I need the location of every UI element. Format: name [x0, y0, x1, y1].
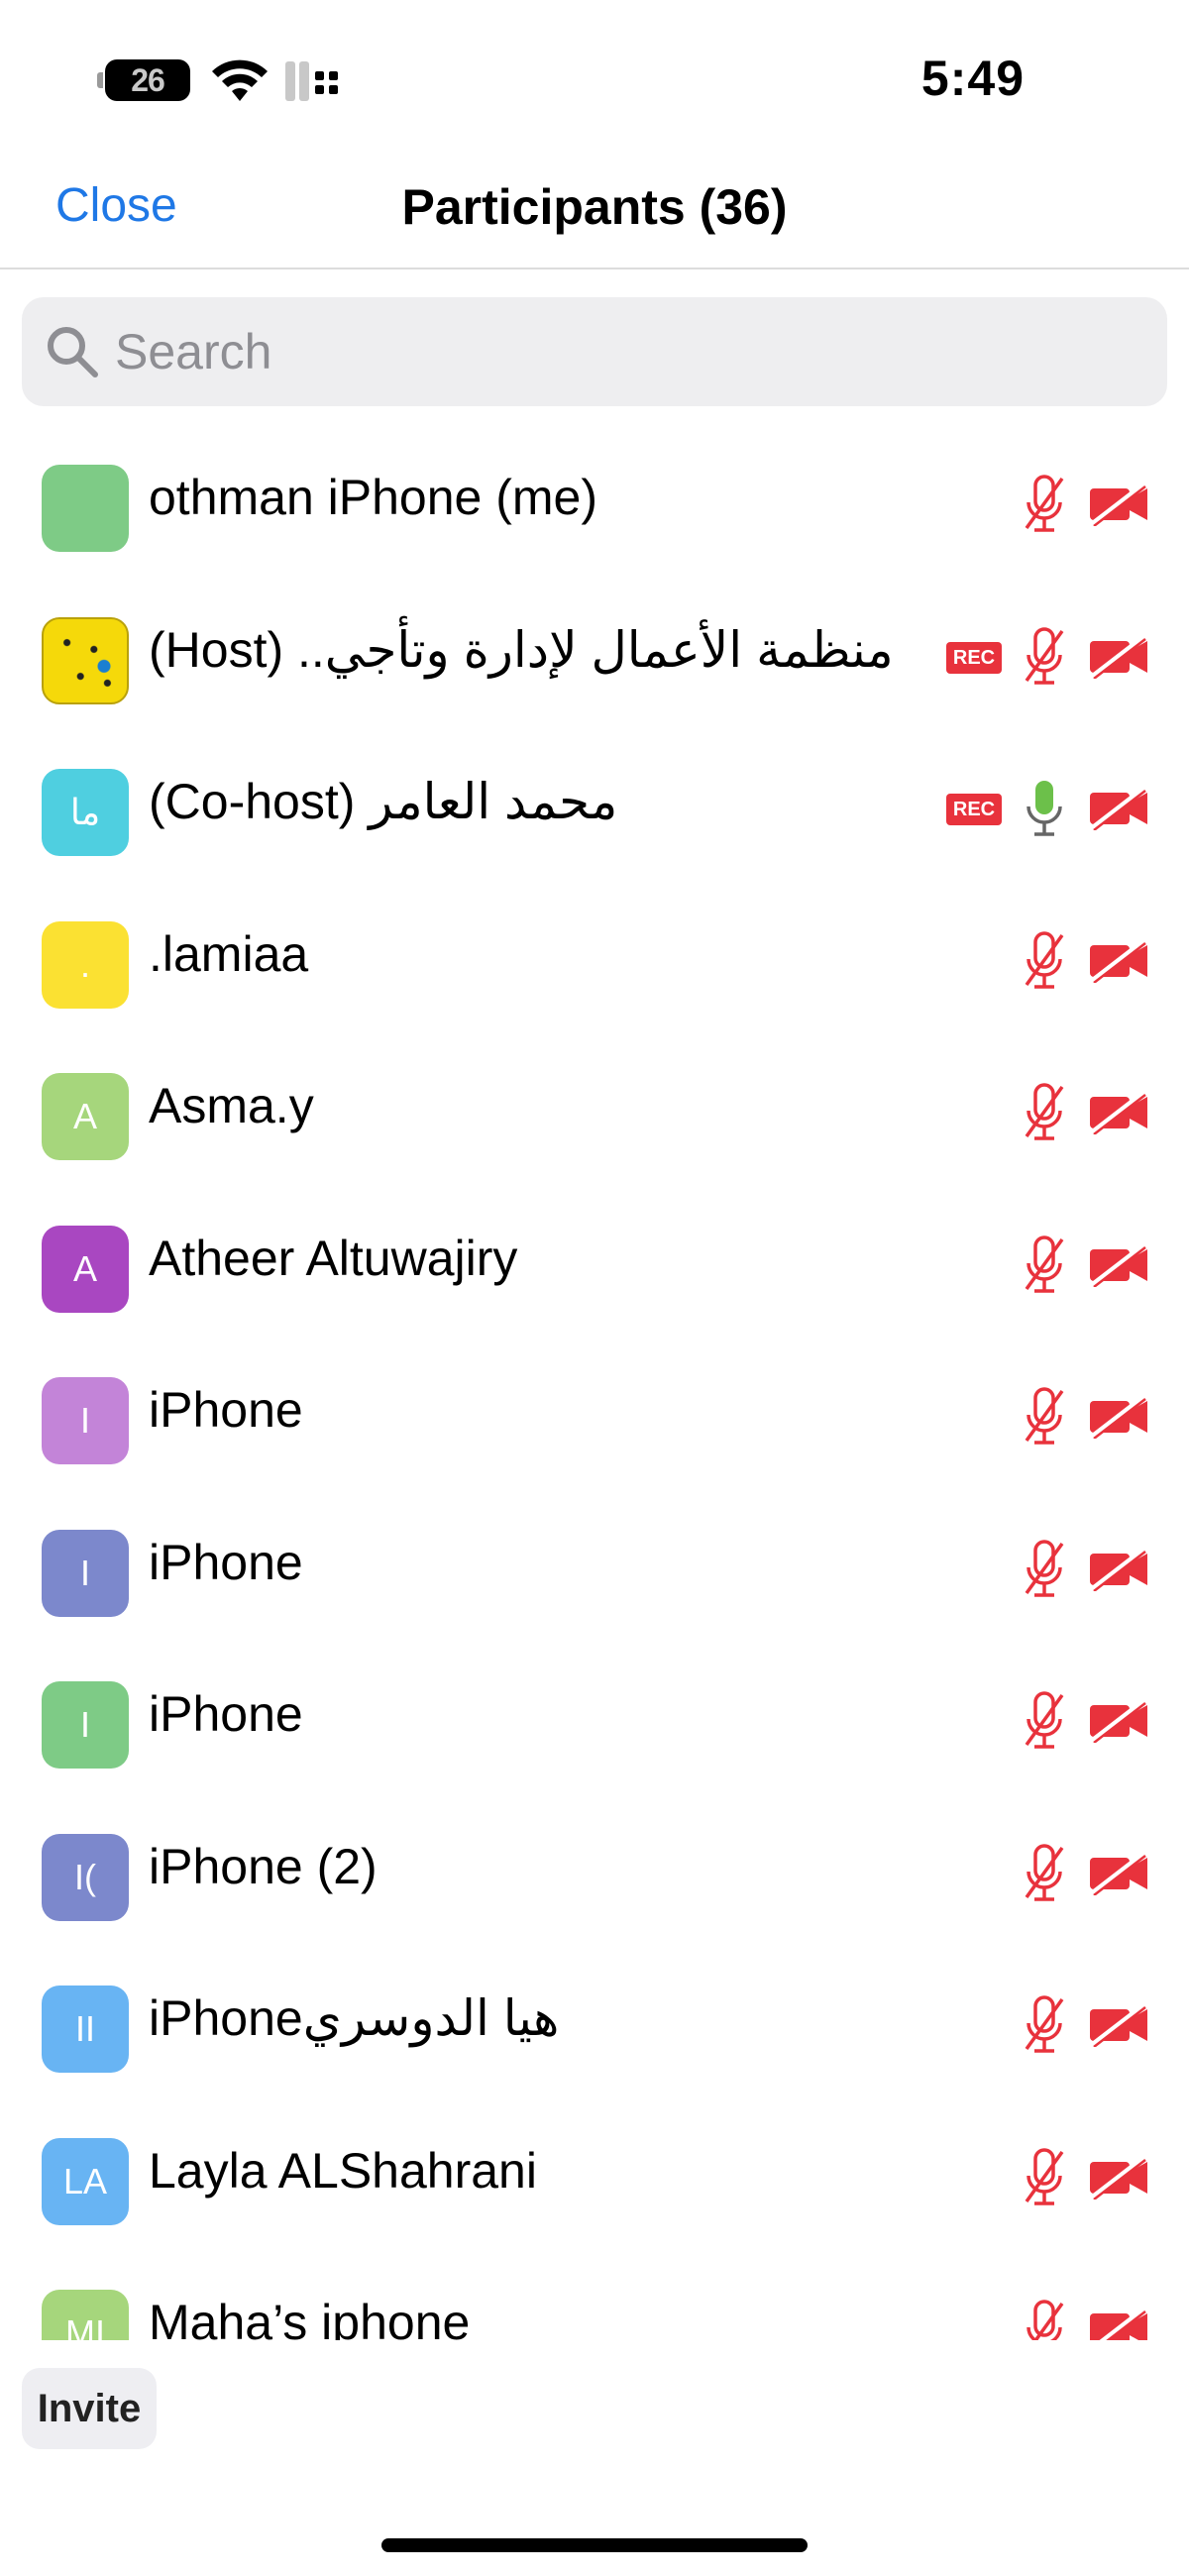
microphone-muted-icon[interactable]	[1021, 1689, 1068, 1753]
video-off-icon[interactable]	[1088, 2155, 1149, 2200]
search-icon	[48, 327, 98, 377]
avatar: ما	[42, 769, 129, 856]
invite-button[interactable]: Invite	[22, 2368, 157, 2449]
participant-name: Asma.y	[149, 1078, 314, 1133]
microphone-muted-icon[interactable]	[1021, 1081, 1068, 1144]
microphone-muted-icon[interactable]	[1021, 1842, 1068, 1905]
recording-badge: REC	[946, 641, 1002, 674]
microphone-muted-icon[interactable]	[1021, 1234, 1068, 1297]
participant-row[interactable]: LA Layla ALShahrani	[0, 2106, 1189, 2259]
qr-code-avatar-image	[54, 628, 121, 697]
search-input[interactable]	[115, 297, 1145, 406]
status-bar: 26 5:49	[0, 0, 1189, 149]
participant-name: iPhone	[149, 1534, 303, 1590]
participant-row[interactable]: A Asma.y	[0, 1041, 1189, 1194]
nav-header: Participants (36) Close	[0, 149, 1189, 269]
participant-name: iPhoneهيا الدوسري	[149, 1990, 560, 2046]
avatar: II	[42, 1986, 129, 2073]
microphone-muted-icon[interactable]	[1021, 1993, 1068, 2057]
page-title: Participants (36)	[401, 179, 788, 235]
participant-name: منظمة الأعمال لإدارة وتأجي.. (Host)	[149, 621, 894, 678]
avatar: I	[42, 1529, 129, 1617]
video-off-icon[interactable]	[1088, 634, 1149, 680]
microphone-muted-icon[interactable]	[1021, 2298, 1068, 2340]
participant-row[interactable]: IiPhone	[0, 1650, 1189, 1802]
avatar: MI	[42, 2290, 129, 2340]
avatar: I(	[42, 1833, 129, 1921]
participant-name: iPhone	[149, 1686, 303, 1742]
participant-name: iPhone	[149, 1382, 303, 1438]
avatar: .	[42, 920, 129, 1009]
microphone-muted-icon[interactable]	[1021, 2146, 1068, 2209]
participant-row[interactable]: II iPhoneهيا الدوسري	[0, 1954, 1189, 2106]
wifi-icon	[212, 59, 268, 101]
participant-row[interactable]: IiPhone	[0, 1498, 1189, 1651]
close-button[interactable]: Close	[55, 178, 177, 233]
video-off-icon[interactable]	[1088, 1547, 1149, 1592]
video-off-icon[interactable]	[1088, 1699, 1149, 1744]
avatar: A	[42, 1073, 129, 1160]
microphone-muted-icon[interactable]	[1021, 625, 1068, 689]
avatar	[42, 465, 129, 552]
microphone-muted-icon[interactable]	[1021, 473, 1068, 536]
participant-name: othman iPhone (me)	[149, 470, 598, 525]
cellular-signal-icon	[285, 61, 338, 101]
video-off-icon[interactable]	[1088, 787, 1149, 831]
participant-row[interactable]: منظمة الأعمال لإدارة وتأجي.. (Host) REC	[0, 586, 1189, 738]
avatar: I	[42, 1681, 129, 1769]
microphone-on-icon[interactable]	[1021, 777, 1068, 840]
search-bar[interactable]	[22, 297, 1167, 406]
participant-row[interactable]: A Atheer Altuwajiry	[0, 1194, 1189, 1346]
video-off-icon[interactable]	[1088, 1851, 1149, 1896]
participant-name: Layla ALShahrani	[149, 2142, 537, 2199]
battery-indicator: 26	[97, 59, 190, 101]
avatar: A	[42, 1225, 129, 1313]
video-off-icon[interactable]	[1088, 2003, 1149, 2048]
video-off-icon[interactable]	[1088, 483, 1149, 527]
video-off-icon[interactable]	[1088, 1091, 1149, 1135]
participant-row[interactable]: ما محمد العامر (Co-host) REC	[0, 737, 1189, 890]
participant-name: iPhone (2)	[149, 1838, 378, 1894]
participants-list[interactable]: othman iPhone (me) منظمة الأعمال لإدارة و…	[0, 433, 1189, 2340]
participant-row[interactable]: MI Maha’s iphone	[0, 2258, 1189, 2340]
video-off-icon[interactable]	[1088, 2308, 1149, 2340]
participant-row[interactable]: I( iPhone (2)	[0, 1802, 1189, 1955]
participant-name: .lamiaa	[149, 925, 309, 982]
home-indicator	[381, 2538, 808, 2552]
microphone-muted-icon[interactable]	[1021, 929, 1068, 993]
avatar: I	[42, 1377, 129, 1464]
video-off-icon[interactable]	[1088, 1395, 1149, 1440]
microphone-muted-icon[interactable]	[1021, 1385, 1068, 1449]
participant-name: محمد العامر (Co-host)	[149, 774, 618, 829]
video-off-icon[interactable]	[1088, 938, 1149, 984]
participant-row[interactable]: . .lamiaa	[0, 890, 1189, 1042]
avatar	[42, 616, 129, 704]
microphone-muted-icon[interactable]	[1021, 1538, 1068, 1601]
participant-row[interactable]: IiPhone	[0, 1345, 1189, 1498]
participant-row[interactable]: othman iPhone (me)	[0, 433, 1189, 586]
participant-name: Maha’s iphone	[149, 2295, 471, 2340]
clock: 5:49	[920, 51, 1025, 106]
video-off-icon[interactable]	[1088, 1242, 1149, 1288]
recording-badge: REC	[946, 794, 1002, 825]
participant-name: Atheer Altuwajiry	[149, 1230, 518, 1286]
avatar: LA	[42, 2137, 129, 2225]
